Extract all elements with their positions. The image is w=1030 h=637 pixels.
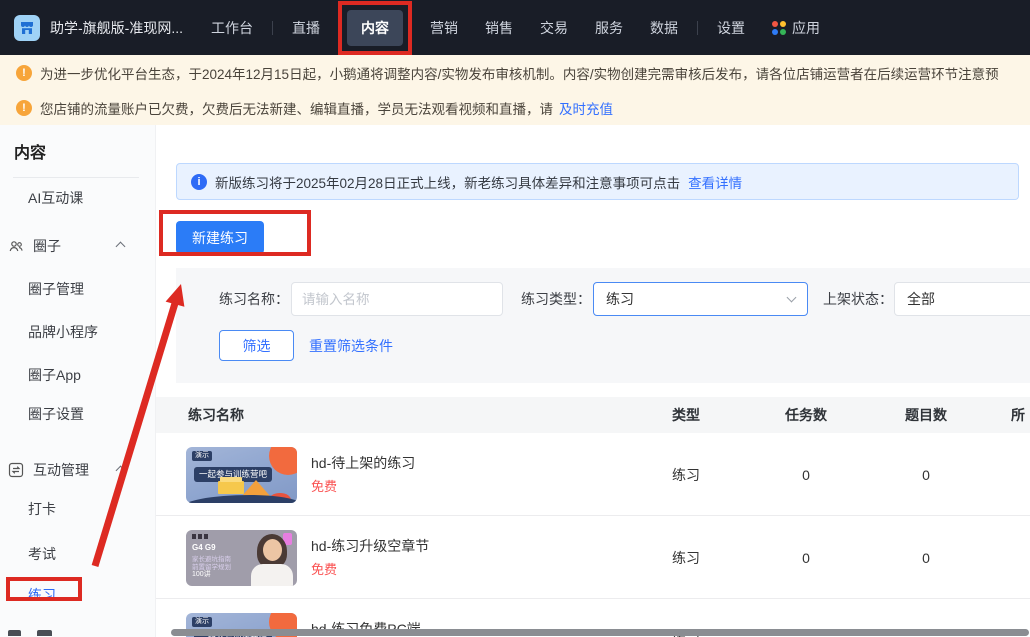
filter-button[interactable]: 筛选 — [219, 330, 294, 361]
thumbnail-text: G4 G9 — [192, 543, 216, 552]
sidebar-group-interaction-label: 互动管理 — [33, 460, 89, 480]
sidebar-divider — [13, 177, 139, 178]
table-body: 演示 一起参与训练营吧 hd-待上架的练习 免费 练习 0 0 G4 G9 家长… — [156, 433, 1030, 637]
cell-question-count: 0 — [896, 550, 956, 566]
column-extra-clipped: 所 — [1011, 407, 1025, 423]
exercise-price: 免费 — [311, 476, 337, 495]
shelf-status-select[interactable]: 全部 — [894, 282, 1030, 316]
top-navbar: 助学-旗舰版-准现网... 工作台 直播 内容 营销 销售 交易 服务 数据 设… — [0, 0, 1030, 55]
cell-type: 练习 — [656, 550, 716, 566]
nav-item-content[interactable]: 内容 — [347, 10, 403, 46]
exercise-title[interactable]: hd-待上架的练习 — [311, 453, 415, 473]
sidebar-title: 内容 — [14, 139, 46, 163]
exercise-thumbnail: G4 G9 家长避坑指南 前置留学规划 100讲 — [186, 530, 297, 586]
cell-type: 练习 — [656, 467, 716, 483]
people-icon — [8, 238, 24, 254]
nav-item-live[interactable]: 直播 — [292, 18, 320, 38]
info-icon — [191, 174, 207, 190]
sidebar-group-circle-label: 圈子 — [33, 236, 61, 256]
nav-item-service[interactable]: 服务 — [595, 18, 623, 38]
storefront-icon — [19, 20, 35, 36]
cell-question-count: 0 — [896, 467, 956, 483]
main-content: 新版练习将于2025年02月28日正式上线，新老练习具体差异和注意事项可点击 查… — [155, 125, 1030, 637]
column-exercise-name: 练习名称 — [188, 407, 244, 423]
chevron-up-icon[interactable] — [116, 465, 126, 475]
sidebar-item-exam[interactable]: 考试 — [28, 544, 56, 564]
sidebar-item-practice[interactable]: 练习 — [28, 585, 56, 605]
sidebar-item-ai-course[interactable]: AI互动课 — [28, 188, 83, 208]
nav-menu: 工作台 直播 内容 营销 销售 交易 服务 数据 设置 应用 — [211, 10, 820, 46]
thumbnail-badge: 演示 — [192, 451, 212, 461]
cell-task-count: 0 — [776, 467, 836, 483]
exercise-thumbnail: 演示 一起参与训练营吧 — [186, 447, 297, 503]
view-details-link[interactable]: 查看详情 — [688, 172, 742, 192]
sidebar-item-circle-manage[interactable]: 圈子管理 — [28, 279, 84, 299]
exercise-name-label: 练习名称： — [219, 282, 289, 316]
notice-banner-balance: 您店铺的流量账户已欠费，欠费后无法新建、编辑直播，学员无法观看视频和直播，请 及… — [0, 90, 1030, 125]
sidebar-group-interaction[interactable]: 互动管理 — [8, 460, 138, 480]
info-banner-text: 新版练习将于2025年02月28日正式上线，新老练习具体差异和注意事项可点击 — [215, 172, 680, 192]
sidebar-item-checkin[interactable]: 打卡 — [28, 499, 56, 519]
nav-item-trade[interactable]: 交易 — [540, 18, 568, 38]
nav-divider — [272, 21, 273, 35]
sidebar-item-partial — [8, 630, 52, 636]
nav-item-marketing[interactable]: 营销 — [430, 18, 458, 38]
notice-text: 您店铺的流量账户已欠费，欠费后无法新建、编辑直播，学员无法观看视频和直播，请 — [40, 98, 553, 118]
nav-item-settings[interactable]: 设置 — [717, 18, 745, 38]
table-row[interactable]: G4 G9 家长避坑指南 前置留学规划 100讲 hd-练习升级空章节 免费 练… — [156, 516, 1030, 599]
exercise-type-select[interactable]: 练习 — [593, 282, 808, 316]
nav-item-apps[interactable]: 应用 — [772, 18, 820, 38]
nav-item-data[interactable]: 数据 — [650, 18, 678, 38]
info-banner: 新版练习将于2025年02月28日正式上线，新老练习具体差异和注意事项可点击 查… — [176, 163, 1019, 200]
sidebar-item-circle-settings[interactable]: 圈子设置 — [28, 404, 84, 424]
nav-item-workbench[interactable]: 工作台 — [211, 18, 253, 38]
apps-grid-icon — [772, 21, 786, 35]
warning-icon — [16, 100, 32, 116]
nav-divider — [697, 21, 698, 35]
exercise-price: 免费 — [311, 559, 337, 578]
nav-item-content-label: 内容 — [361, 20, 389, 36]
exercise-name-input[interactable] — [291, 282, 503, 316]
thumbnail-badge: 演示 — [192, 617, 212, 627]
sidebar-group-circle[interactable]: 圈子 — [8, 236, 138, 256]
sidebar-item-brand-miniapp[interactable]: 品牌小程序 — [28, 322, 98, 342]
chevron-down-icon — [787, 293, 797, 303]
nav-item-apps-label: 应用 — [792, 18, 820, 38]
table-header: 练习名称 类型 任务数 题目数 所 — [156, 397, 1030, 433]
app-logo-icon[interactable] — [14, 15, 40, 41]
interaction-icon — [8, 462, 24, 478]
new-exercise-button[interactable]: 新建练习 — [176, 221, 264, 254]
exercise-type-label: 练习类型： — [521, 282, 591, 316]
filter-panel: 练习名称： 练习类型： 练习 上架状态： 全部 筛选 重置筛选条件 — [176, 268, 1030, 383]
nav-item-sales[interactable]: 销售 — [485, 18, 513, 38]
recharge-link[interactable]: 及时充值 — [559, 98, 613, 118]
exercise-type-value: 练习 — [606, 289, 634, 309]
cell-task-count: 0 — [776, 550, 836, 566]
table-row[interactable]: 演示 一起参与训练营吧 hd-待上架的练习 免费 练习 0 0 — [156, 433, 1030, 516]
exercise-title[interactable]: hd-练习升级空章节 — [311, 536, 429, 556]
reset-filters-link[interactable]: 重置筛选条件 — [309, 336, 393, 356]
thumbnail-text: 100讲 — [192, 569, 211, 579]
column-question-count: 题目数 — [896, 407, 956, 423]
sidebar: 内容 AI互动课 圈子 圈子管理 品牌小程序 圈子App 圈子设置 互动管理 — [0, 125, 155, 637]
column-type: 类型 — [656, 407, 716, 423]
sidebar-item-circle-app[interactable]: 圈子App — [28, 365, 81, 385]
warning-icon — [16, 65, 32, 81]
app-title[interactable]: 助学-旗舰版-准现网... — [50, 18, 183, 38]
notice-banner-audit: 为进一步优化平台生态，于2024年12月15日起，小鹅通将调整内容/实物发布审核… — [0, 55, 1030, 90]
horizontal-scrollbar[interactable] — [171, 629, 1029, 636]
chevron-up-icon[interactable] — [116, 241, 126, 251]
notice-text: 为进一步优化平台生态，于2024年12月15日起，小鹅通将调整内容/实物发布审核… — [40, 63, 999, 83]
shelf-status-value: 全部 — [907, 289, 935, 309]
shelf-status-label: 上架状态： — [823, 282, 893, 316]
column-task-count: 任务数 — [776, 407, 836, 423]
